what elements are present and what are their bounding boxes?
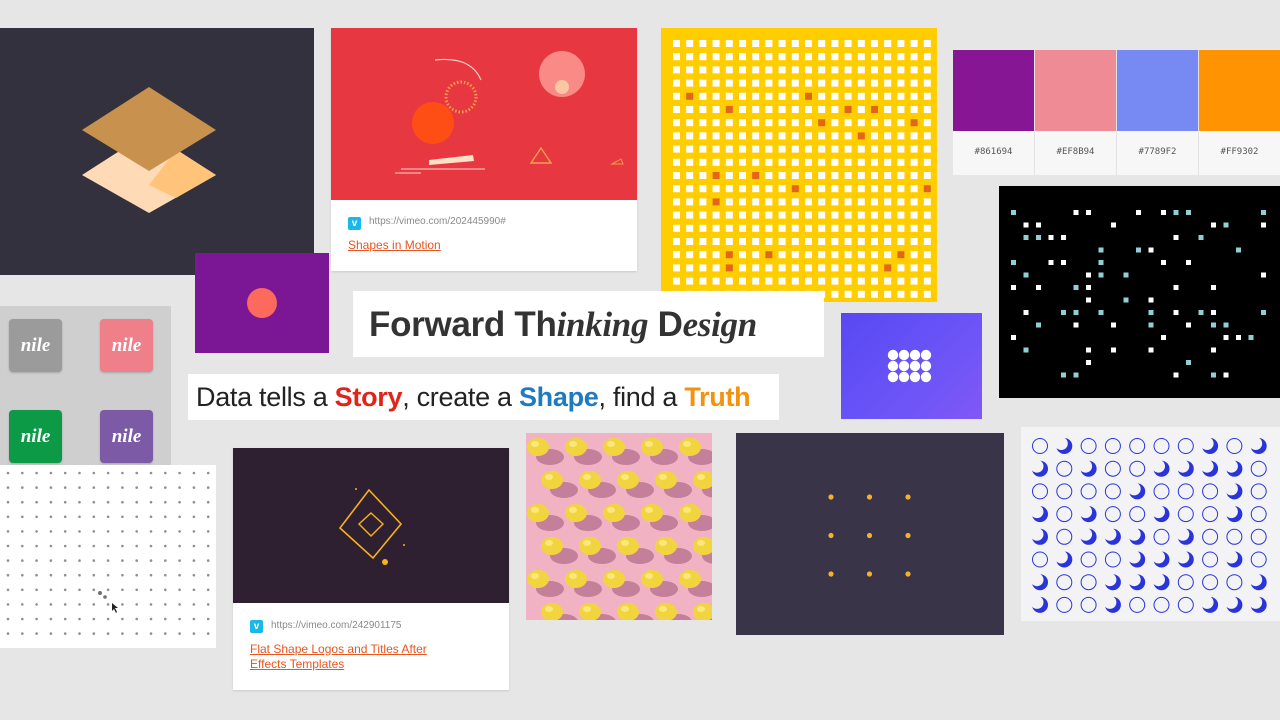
circle-pattern [1030, 437, 1267, 613]
flat-shape-logos-thumbnail[interactable] [233, 448, 509, 603]
tagline-story-word: Story [334, 382, 403, 412]
swatch-color [1199, 50, 1280, 131]
swatch-color [1117, 50, 1198, 131]
palette-swatch[interactable]: #861694 [953, 50, 1035, 175]
swatch-color [953, 50, 1034, 131]
moon-phase-circles-card[interactable] [1021, 427, 1280, 621]
nile-logos-card[interactable]: nile nile nile nile [0, 306, 171, 478]
tagline-shape-word: Shape [518, 382, 599, 412]
dot-grid-3x3 [828, 494, 911, 577]
swatch-hex-label: #EF8B94 [1056, 147, 1095, 157]
headline-card: Forward Thinking Design [353, 291, 824, 357]
dot-grid-pattern [6, 471, 210, 635]
nile-logo-gray[interactable]: nile [9, 319, 62, 372]
headline-text: Forward Thinking Design [369, 305, 757, 344]
video-title-link[interactable]: Shapes in Motion [348, 238, 441, 253]
purple-circle-card[interactable] [195, 253, 329, 353]
tagline-text: Data tells a Story, create a Shape, find… [196, 382, 751, 412]
nile-logo-pink[interactable]: nile [100, 319, 153, 372]
tagline-card: Data tells a Story, create a Shape, find… [188, 374, 779, 420]
scattered-dots-card[interactable] [999, 186, 1280, 398]
vimeo-icon: v [250, 620, 263, 633]
layers-illustration-card[interactable] [0, 28, 314, 275]
lemons-photo-card[interactable] [526, 433, 712, 620]
shapes-in-motion-card[interactable]: v https://vimeo.com/202445990# Shapes in… [331, 28, 637, 271]
gray-dot-grid-card[interactable] [0, 465, 216, 648]
nile-logo-purple[interactable]: nile [100, 410, 153, 463]
video-url[interactable]: https://vimeo.com/202445990# [369, 216, 506, 227]
yellow-grid-pattern [673, 40, 931, 298]
blue-dot-cluster-card[interactable] [841, 313, 982, 419]
vimeo-icon: v [348, 217, 361, 230]
color-palette-card[interactable]: #861694 #EF8B94 #7789F2 #FF9302 [953, 50, 1280, 175]
shapes-thumbnail-art [395, 51, 624, 174]
flat-shape-logos-card[interactable]: v https://vimeo.com/242901175 Flat Shape… [233, 448, 509, 690]
swatch-hex-label: #FF9302 [1220, 147, 1259, 157]
tagline-truth-word: Truth [684, 382, 751, 412]
lemons-photo [527, 438, 712, 620]
shapes-in-motion-thumbnail[interactable] [331, 28, 637, 200]
swatch-hex-label: #861694 [974, 147, 1013, 157]
swatch-hex-label: #7789F2 [1138, 147, 1177, 157]
palette-swatch[interactable]: #FF9302 [1199, 50, 1280, 175]
dot-cluster-icon [887, 349, 932, 383]
dark-dot-grid-card[interactable] [736, 433, 1004, 635]
video-url[interactable]: https://vimeo.com/242901175 [271, 620, 401, 631]
scattered-dots-pattern [1011, 210, 1266, 378]
circle-illustration [247, 288, 277, 318]
video-title-link[interactable]: Flat Shape Logos and Titles After Effect… [250, 642, 450, 672]
yellow-grid-card[interactable] [661, 28, 937, 302]
layers-illustration [82, 87, 216, 213]
palette-swatch[interactable]: #7789F2 [1117, 50, 1199, 175]
nile-logo-green[interactable]: nile [9, 410, 62, 463]
palette-swatch[interactable]: #EF8B94 [1035, 50, 1117, 175]
swatch-color [1035, 50, 1116, 131]
diamond-logo-art [338, 488, 405, 565]
